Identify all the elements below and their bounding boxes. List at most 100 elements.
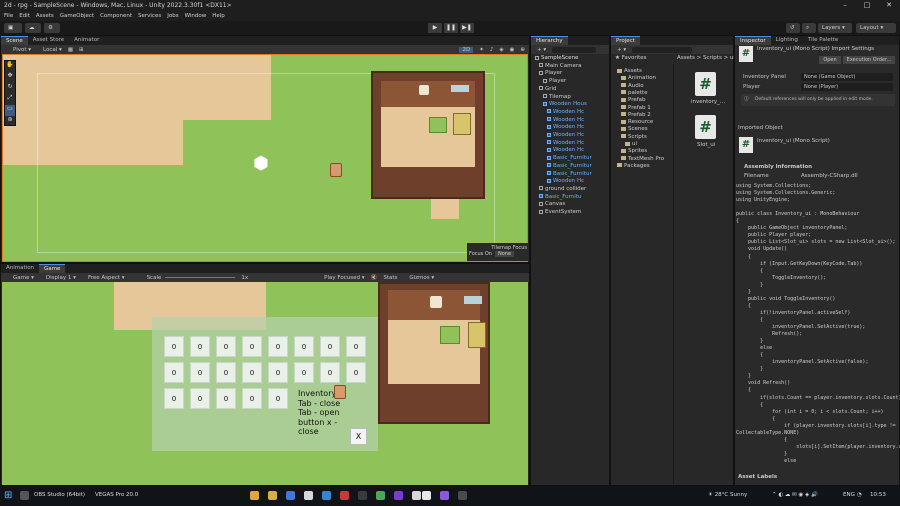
light-icon[interactable]: ✦: [479, 47, 484, 53]
account-button[interactable]: ▣: [4, 23, 22, 33]
app-icon-4[interactable]: [376, 491, 385, 500]
favorites-item[interactable]: ★ Favorites: [615, 55, 647, 61]
hierarchy-item[interactable]: Wooden Hc: [547, 124, 584, 130]
inventory-slot[interactable]: 0: [294, 362, 314, 383]
play-button[interactable]: ▶: [428, 23, 442, 33]
hierarchy-item[interactable]: Basic_Furnitur: [547, 155, 592, 161]
gizmos-icon[interactable]: ⊕: [520, 47, 525, 53]
inventory-slot[interactable]: 0: [242, 362, 262, 383]
tab-asset-store[interactable]: Asset Store: [28, 36, 69, 45]
mute-icon[interactable]: 🔇: [370, 275, 377, 281]
hierarchy-item[interactable]: Wooden Hc: [547, 147, 584, 153]
hierarchy-item[interactable]: Basic_Furnitur: [547, 171, 592, 177]
player-sprite[interactable]: [330, 163, 342, 177]
grid-icon[interactable]: ▦: [68, 47, 73, 53]
layers-dropdown[interactable]: Layers ▾: [818, 23, 852, 33]
inventory-panel-field[interactable]: None (Game Object): [801, 73, 893, 81]
inventory-slot[interactable]: 0: [320, 362, 340, 383]
pause-button[interactable]: ❚❚: [444, 23, 458, 33]
rotate-tool-icon[interactable]: ↻: [5, 83, 15, 94]
project-folder[interactable]: Audio: [621, 83, 644, 89]
hierarchy-item[interactable]: Wooden Hc: [547, 178, 584, 184]
scale-tool-icon[interactable]: ⤢: [5, 94, 15, 105]
hierarchy-item[interactable]: Wooden Hous: [543, 101, 587, 107]
project-folder[interactable]: Scripts: [621, 134, 647, 140]
hierarchy-item[interactable]: SampleScene: [535, 55, 578, 61]
hierarchy-item[interactable]: Player: [539, 70, 562, 76]
project-search-input[interactable]: [632, 46, 693, 53]
project-folder[interactable]: Packages: [617, 163, 650, 169]
store-icon[interactable]: [286, 491, 295, 500]
menu-jobs[interactable]: Jobs: [167, 11, 178, 21]
project-folder[interactable]: Sprites: [621, 148, 647, 154]
inventory-slot[interactable]: 0: [268, 336, 288, 357]
inventory-slot[interactable]: 0: [164, 336, 184, 357]
inventory-close-button[interactable]: X: [350, 428, 367, 445]
obs-taskbar-item[interactable]: OBS Studio (64bit): [34, 492, 85, 498]
close-icon[interactable]: ✕: [878, 0, 900, 11]
tab-animator[interactable]: Animator: [69, 36, 104, 45]
display-dropdown[interactable]: Display 1 ▾: [40, 275, 76, 281]
tab-project[interactable]: Project: [611, 36, 640, 45]
app-icon-5[interactable]: [394, 491, 403, 500]
inventory-slot[interactable]: 0: [164, 362, 184, 383]
inventory-slot[interactable]: 0: [216, 388, 236, 409]
local-dropdown[interactable]: Local ▾: [37, 47, 62, 53]
project-folder[interactable]: palette: [621, 90, 647, 96]
tab-hierarchy[interactable]: Hierarchy: [531, 36, 568, 45]
snap-icon[interactable]: ⊞: [79, 47, 84, 53]
maximize-icon[interactable]: □: [856, 0, 878, 11]
inventory-slot[interactable]: 0: [216, 336, 236, 357]
history-icon[interactable]: ↺: [786, 23, 800, 33]
game-viewport[interactable]: 0 0 0 0 0 0 0 0 0 0 0 0 0 0 0 0 0 0 0 0 …: [2, 282, 528, 485]
project-folder[interactable]: ui: [625, 141, 637, 147]
project-folder[interactable]: TextMesh Pro: [621, 156, 664, 162]
menu-help[interactable]: Help: [212, 11, 225, 21]
weather-widget[interactable]: ☀ 28°C Sunny: [708, 492, 747, 498]
tab-tile-palette[interactable]: Tile Palette: [803, 36, 843, 45]
tray-icons[interactable]: ⌃ ◐ ☁ ✉ ◉ ◈ 🔊: [772, 492, 818, 498]
inventory-slot[interactable]: 0: [320, 336, 340, 357]
app-icon-6[interactable]: [412, 491, 421, 500]
search-icon[interactable]: ⌕: [802, 23, 816, 33]
chrome-icon[interactable]: [250, 491, 259, 500]
hierarchy-item[interactable]: Basic_Furnitur: [547, 163, 592, 169]
visibility-icon[interactable]: ◉: [510, 47, 515, 53]
pivot-dropdown[interactable]: Pivot ▾: [7, 47, 31, 53]
inventory-slot[interactable]: 0: [190, 362, 210, 383]
inventory-slot[interactable]: 0: [268, 362, 288, 383]
gizmos-dropdown[interactable]: Gizmos ▾: [403, 275, 434, 281]
tab-game[interactable]: Game: [39, 264, 66, 273]
project-folder[interactable]: Prefab: [621, 97, 646, 103]
execution-order-button[interactable]: Execution Order...: [843, 56, 895, 64]
tab-scene[interactable]: Scene: [1, 36, 28, 45]
hierarchy-item[interactable]: Grid: [539, 86, 557, 92]
fx-icon[interactable]: ◈: [499, 47, 503, 53]
tab-animation[interactable]: Animation: [1, 264, 39, 273]
open-button[interactable]: Open: [819, 56, 841, 64]
tab-inspector[interactable]: Inspector: [735, 36, 771, 45]
hierarchy-item[interactable]: ground collider: [539, 186, 586, 192]
edge-icon[interactable]: [322, 491, 331, 500]
clock[interactable]: 10:53: [870, 492, 886, 498]
step-button[interactable]: ▶❚: [460, 23, 474, 33]
project-folder[interactable]: Prefab 1: [621, 105, 651, 111]
project-folder[interactable]: Prefab 2: [621, 112, 651, 118]
vegas-taskbar-item[interactable]: VEGAS Pro 20.0: [95, 492, 138, 498]
player-field[interactable]: None (Player): [801, 83, 893, 91]
inventory-slot[interactable]: 0: [242, 336, 262, 357]
visual-studio-icon[interactable]: [440, 491, 449, 500]
hierarchy-item[interactable]: Wooden Hc: [547, 132, 584, 138]
hierarchy-search-input[interactable]: [552, 46, 597, 53]
menu-gameobject[interactable]: GameObject: [60, 11, 94, 21]
camera-gizmo-icon[interactable]: ⬢: [253, 153, 283, 174]
wifi-icon[interactable]: ◔: [857, 492, 862, 498]
audio-icon[interactable]: ♪: [490, 47, 494, 53]
project-folder[interactable]: Animation: [621, 75, 656, 81]
move-tool-icon[interactable]: ✥: [5, 72, 15, 83]
app-icon[interactable]: [304, 491, 313, 500]
inventory-slot[interactable]: 0: [346, 362, 366, 383]
project-add-icon[interactable]: + ▾: [617, 47, 626, 53]
project-folder[interactable]: Scenes: [621, 126, 648, 132]
hierarchy-item[interactable]: Basic_Furnitu: [539, 194, 581, 200]
